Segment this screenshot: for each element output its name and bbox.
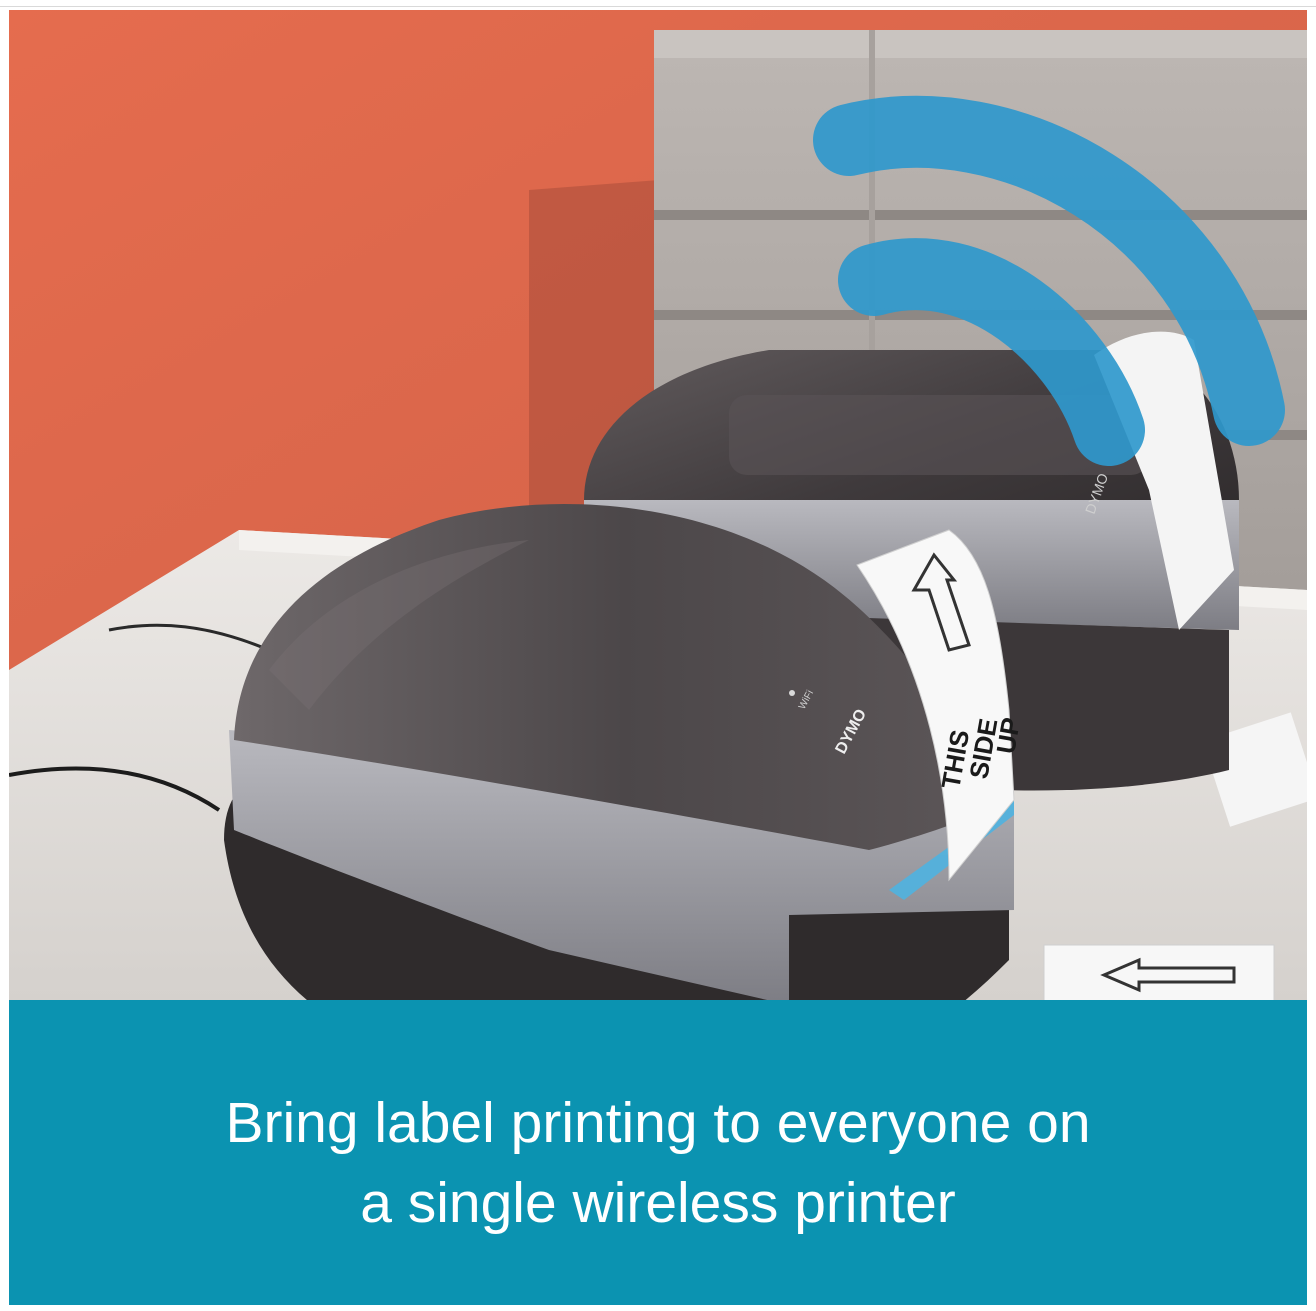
wifi-indicator-light: [789, 690, 795, 696]
caption-text: Bring label printing to everyone on a si…: [108, 1083, 1208, 1243]
caption-band: Bring label printing to everyone on a si…: [9, 1000, 1307, 1305]
top-divider: [0, 6, 1316, 7]
product-image: DYMO THIS SIDE UP DYMO WiFi Bring label …: [9, 10, 1307, 1305]
printer-scene: DYMO THIS SIDE UP DYMO WiFi: [9, 10, 1307, 1000]
caption-line-2: a single wireless printer: [360, 1170, 956, 1235]
label-line-up: UP: [990, 715, 1026, 756]
desk-label-sticker: [1043, 944, 1275, 1000]
caption-line-1: Bring label printing to everyone on: [225, 1090, 1091, 1155]
image-frame: DYMO THIS SIDE UP DYMO WiFi Bring label …: [0, 0, 1316, 1311]
